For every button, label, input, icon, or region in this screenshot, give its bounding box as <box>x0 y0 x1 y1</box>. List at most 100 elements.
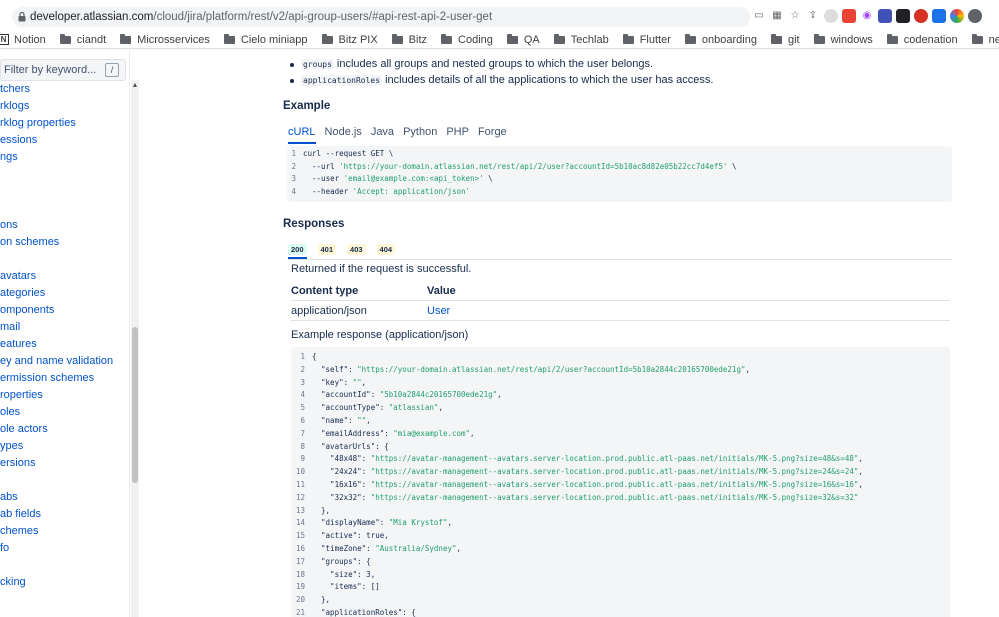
folder-icon <box>886 33 898 44</box>
bookmark-item[interactable]: git <box>770 33 800 46</box>
inline-code: applicationRoles <box>301 75 383 86</box>
bookmark-item[interactable]: Techlab <box>553 33 609 46</box>
code-text: , <box>366 416 371 425</box>
scroll-up-icon[interactable]: ▲ <box>131 82 139 90</box>
code-text: "timeZone": <box>312 544 376 553</box>
sidebar-item[interactable]: ategories <box>0 287 45 299</box>
bookmark-item[interactable]: windows <box>813 33 873 46</box>
sidebar-item[interactable]: abs <box>0 491 18 503</box>
bookmark-item[interactable]: news <box>971 33 999 46</box>
code-line: 10 "24x24": "https://avatar-management--… <box>291 466 863 478</box>
filter-placeholder: Filter by keyword... <box>4 64 97 76</box>
bookmark-item[interactable]: codenation <box>886 33 958 46</box>
bookmark-item[interactable]: ciandt <box>59 33 106 46</box>
line-number: 9 <box>300 454 305 464</box>
sidebar-item[interactable]: eatures <box>0 338 37 350</box>
sidebar-item[interactable]: ngs <box>0 151 18 163</box>
sidebar-item[interactable]: chemes <box>0 525 39 537</box>
bookmark-label: Coding <box>458 33 493 46</box>
code-text: "accountType": <box>312 403 389 413</box>
bookmark-item[interactable]: N Notion <box>0 34 46 46</box>
sidebar-item[interactable]: tchers <box>0 83 30 95</box>
code-line: 3 "key": "", <box>291 377 366 389</box>
code-line: 4 "accountId": "5b10a2844c20165700ede21g… <box>291 389 501 401</box>
line-number: 1 <box>291 149 296 158</box>
sidebar-item[interactable]: mail <box>0 321 20 333</box>
sidebar-item[interactable]: avatars <box>0 270 36 282</box>
extension-icon[interactable] <box>842 9 856 23</box>
extension-icon[interactable] <box>950 9 964 23</box>
tab-java[interactable]: Java <box>371 126 394 144</box>
sidebar-item[interactable]: rklog properties <box>0 117 76 129</box>
folder-icon <box>59 33 71 44</box>
tab-status-401[interactable]: 401 <box>317 244 337 255</box>
folder-icon <box>770 33 782 44</box>
bookmark-item[interactable]: QA <box>506 33 540 46</box>
tab-curl[interactable]: cURL <box>288 126 316 144</box>
sidebar-item[interactable]: ole actors <box>0 423 48 435</box>
main-content: groups includes all groups and nested gro… <box>140 50 999 617</box>
sidebar-item[interactable]: ab fields <box>0 508 41 520</box>
star-icon[interactable]: ☆ <box>788 9 802 23</box>
sidebar-item[interactable]: ypes <box>0 440 23 452</box>
extension-icon[interactable]: ◉ <box>860 9 874 23</box>
code-text: "applicationRoles": { <box>312 608 416 617</box>
line-number: 5 <box>300 403 305 413</box>
sidebar-item[interactable]: ey and name validation <box>0 355 113 367</box>
code-string: "https://avatar-management--avatars.serv… <box>370 480 859 489</box>
bookmark-item[interactable]: Bitz <box>391 33 427 46</box>
code-string: 'email@example.com:<api_token>' <box>343 174 484 183</box>
code-line: 1{ <box>291 351 316 363</box>
bookmark-item[interactable]: onboarding <box>684 33 757 46</box>
line-number: 2 <box>300 364 305 374</box>
tab-status-403[interactable]: 403 <box>347 244 366 255</box>
extension-icon[interactable] <box>968 9 982 23</box>
extension-icon[interactable] <box>914 9 928 23</box>
qr-code-icon[interactable]: ▦ <box>770 9 784 23</box>
scrollbar-thumb[interactable] <box>132 327 138 483</box>
extension-icon[interactable] <box>824 9 838 23</box>
tab-status-404[interactable]: 404 <box>376 244 396 255</box>
tab-nodejs[interactable]: Node.js <box>325 126 362 144</box>
code-text: , <box>858 467 863 477</box>
sidebar-item[interactable]: on schemes <box>0 236 59 248</box>
sidebar-item[interactable]: cking <box>0 576 26 588</box>
content-type-value: application/json <box>291 305 367 317</box>
sidebar-item[interactable]: essions <box>0 134 37 146</box>
success-text: Returned if the request is successful. <box>291 263 472 275</box>
extension-icon[interactable] <box>896 9 910 23</box>
bookmark-item[interactable]: Bitz PIX <box>321 33 378 46</box>
bookmark-label: windows <box>830 33 873 46</box>
code-line: 2 "self": "https://your-domain.atlassian… <box>291 364 750 376</box>
tab-python[interactable]: Python <box>403 126 437 144</box>
bookmark-item[interactable]: Flutter <box>622 33 671 46</box>
code-text: curl --request GET \ <box>303 149 394 158</box>
responses-heading: Responses <box>283 218 345 230</box>
sidebar-item[interactable]: ermission schemes <box>0 372 94 384</box>
sidebar-item[interactable]: roperties <box>0 389 43 401</box>
bookmark-label: Microsservices <box>137 33 210 46</box>
filter-input[interactable]: Filter by keyword... / <box>0 59 126 81</box>
code-line: 19 "items": [] <box>291 581 380 593</box>
sidebar-item[interactable]: ons <box>0 219 18 231</box>
extension-icon[interactable] <box>878 9 892 23</box>
sidebar-item[interactable]: fo <box>0 542 9 554</box>
bookmark-item[interactable]: Cielo miniapp <box>223 33 308 46</box>
tab-php[interactable]: PHP <box>446 126 469 144</box>
bookmark-label: news <box>988 33 999 46</box>
share-icon[interactable]: ⇪ <box>806 9 820 23</box>
address-bar[interactable]: developer.atlassian.com/cloud/jira/platf… <box>12 7 750 27</box>
bookmark-item[interactable]: Coding <box>441 33 493 46</box>
sidebar-item[interactable]: omponents <box>0 304 54 316</box>
tab-forge[interactable]: Forge <box>478 126 507 144</box>
user-schema-link[interactable]: User <box>427 305 450 317</box>
code-line: 5 "accountType": "atlassian", <box>291 402 442 414</box>
sidebar-item[interactable]: rklogs <box>0 100 29 112</box>
code-text: --header <box>303 186 353 196</box>
tab-status-200[interactable]: 200 <box>288 244 307 255</box>
sidebar-item[interactable]: ersions <box>0 457 35 469</box>
extension-icon[interactable] <box>932 9 946 23</box>
cast-icon[interactable]: ▭ <box>752 9 766 23</box>
sidebar-item[interactable]: oles <box>0 406 20 418</box>
bookmark-item[interactable]: Microsservices <box>120 33 210 46</box>
